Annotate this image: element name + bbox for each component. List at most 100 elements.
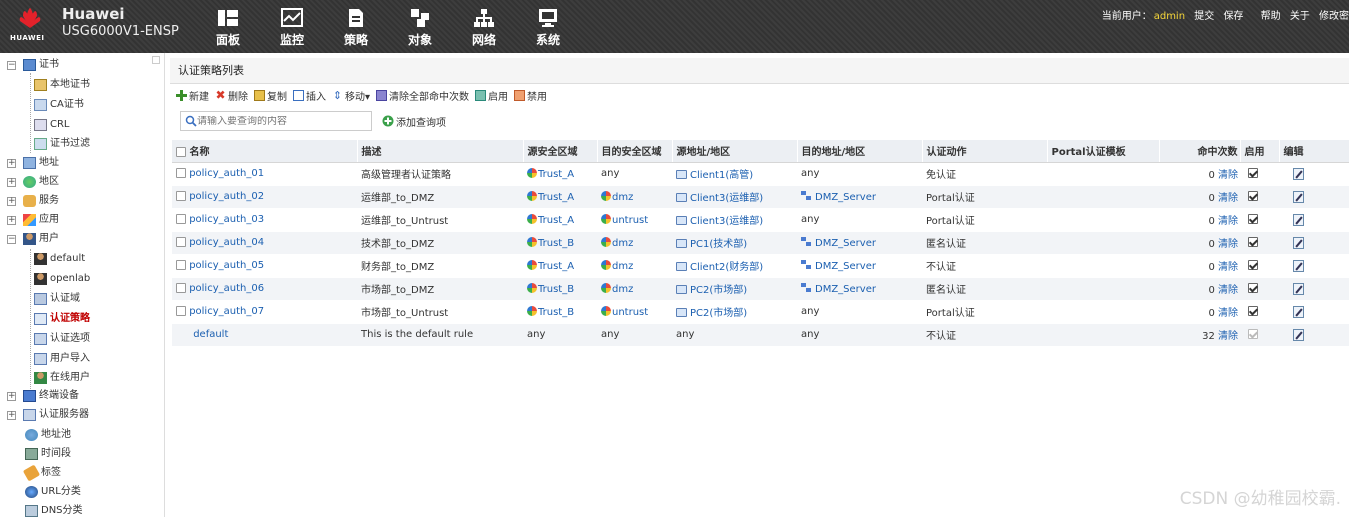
enable-button[interactable]: 启用 [475, 88, 508, 103]
sidebar-item-terminal-device[interactable]: + 终端设备 [7, 387, 79, 405]
zone-link[interactable]: untrust [612, 215, 648, 226]
enabled-checkbox[interactable] [1248, 260, 1258, 270]
nav-policy[interactable]: 策略 [324, 8, 388, 48]
address-link[interactable]: Client1(高管) [690, 170, 753, 181]
edit-icon[interactable] [1293, 305, 1304, 318]
sidebar-item-local-cert[interactable]: 本地证书 [34, 76, 90, 94]
zone-link[interactable]: dmz [612, 192, 633, 203]
address-link[interactable]: DMZ_Server [815, 261, 876, 272]
sidebar-item-default[interactable]: default [34, 250, 85, 268]
table-row[interactable]: default This is the default rule any any any… [172, 323, 1349, 347]
enabled-checkbox[interactable] [1248, 168, 1258, 178]
table-row[interactable]: policy_auth_03 运维部_to_Untrust Trust_A untru… [172, 208, 1349, 232]
edit-icon[interactable] [1293, 190, 1304, 203]
address-link[interactable]: DMZ_Server [815, 238, 876, 249]
sidebar-item-region[interactable]: + 地区 [7, 173, 59, 191]
table-row[interactable]: policy_auth_06 市场部_to_DMZ Trust_B dmz PC2(市场… [172, 277, 1349, 301]
policy-name-link[interactable]: policy_auth_02 [189, 191, 264, 202]
policy-name-link[interactable]: policy_auth_04 [189, 237, 264, 248]
nav-object[interactable]: 对象 [388, 8, 452, 48]
zone-link[interactable]: dmz [612, 284, 633, 295]
sidebar-item-cert-filter[interactable]: 证书过滤 [34, 135, 90, 153]
clear-hits-link[interactable]: 清除 [1218, 285, 1238, 296]
column-auth-action[interactable]: 认证动作 [922, 140, 1048, 163]
policy-name-link[interactable]: default [193, 329, 228, 340]
address-link[interactable]: PC2(市场部) [690, 285, 747, 296]
address-link[interactable]: PC1(技术部) [690, 239, 747, 250]
enabled-checkbox[interactable] [1248, 237, 1258, 247]
current-user[interactable]: admin [1154, 11, 1185, 22]
sidebar-item-certificate[interactable]: − 证书 [7, 56, 59, 74]
change-password-link[interactable]: 修改密 [1319, 11, 1349, 22]
zone-link[interactable]: Trust_A [538, 215, 574, 226]
zone-link[interactable]: Trust_A [538, 261, 574, 272]
table-row[interactable]: policy_auth_04 技术部_to_DMZ Trust_B dmz PC1(技术… [172, 231, 1349, 255]
sidebar-item-tag[interactable]: 标签 [22, 464, 61, 482]
clear-hits-link[interactable]: 清除 [1218, 239, 1238, 250]
add-condition-button[interactable]: 添加查询项 [382, 114, 446, 129]
sidebar-item-online-users[interactable]: 在线用户 [34, 369, 90, 387]
table-row[interactable]: policy_auth_05 财务部_to_DMZ Trust_A dmz Client… [172, 254, 1349, 278]
sidebar-item-auth-domain[interactable]: 认证域 [34, 290, 80, 308]
nav-dashboard[interactable]: 面板 [196, 8, 260, 48]
enabled-checkbox[interactable] [1248, 214, 1258, 224]
expand-toggle[interactable]: + [7, 196, 16, 206]
nav-network[interactable]: 网络 [452, 8, 516, 48]
nav-system[interactable]: 系统 [516, 8, 580, 48]
table-row[interactable]: policy_auth_07 市场部_to_Untrust Trust_B untru… [172, 300, 1349, 324]
address-link[interactable]: Client3(运维部) [690, 216, 763, 227]
expand-toggle[interactable]: + [7, 177, 16, 187]
edit-icon[interactable] [1293, 167, 1304, 180]
table-row[interactable]: policy_auth_02 运维部_to_DMZ Trust_A dmz Client… [172, 185, 1349, 209]
zone-link[interactable]: untrust [612, 307, 648, 318]
disable-button[interactable]: 禁用 [514, 88, 547, 103]
address-link[interactable]: Client3(运维部) [690, 193, 763, 204]
sidebar-item-user-import[interactable]: 用户导入 [34, 350, 90, 368]
edit-icon[interactable] [1293, 259, 1304, 272]
nav-monitor[interactable]: 监控 [260, 8, 324, 48]
row-checkbox[interactable] [176, 260, 186, 270]
clear-hits-link[interactable]: 清除 [1218, 308, 1238, 319]
sidebar-item-openlab[interactable]: openlab [34, 270, 90, 288]
save-link[interactable]: 保存 [1223, 11, 1243, 22]
zone-link[interactable]: dmz [612, 261, 633, 272]
insert-button[interactable]: 插入 [293, 88, 326, 103]
enabled-checkbox[interactable] [1248, 283, 1258, 293]
zone-link[interactable]: Trust_A [538, 192, 574, 203]
column-edit[interactable]: 编辑 [1279, 140, 1349, 163]
column-hits[interactable]: 命中次数 [1159, 140, 1241, 163]
expand-toggle[interactable]: + [7, 158, 16, 168]
sidebar-item-ca-cert[interactable]: CA证书 [34, 96, 84, 114]
address-link[interactable]: DMZ_Server [815, 284, 876, 295]
policy-name-link[interactable]: policy_auth_07 [189, 306, 264, 317]
policy-name-link[interactable]: policy_auth_01 [189, 168, 264, 179]
column-name[interactable]: 名称 [172, 140, 358, 163]
expand-toggle[interactable]: + [7, 215, 16, 225]
sidebar-item-dns-category[interactable]: DNS分类 [25, 502, 83, 517]
enabled-checkbox[interactable] [1248, 191, 1258, 201]
edit-icon[interactable] [1293, 213, 1304, 226]
collapse-handle[interactable] [152, 56, 160, 64]
sidebar-item-application[interactable]: + 应用 [7, 211, 59, 229]
address-link[interactable]: Client2(财务部) [690, 262, 763, 273]
column-portal-template[interactable]: Portal认证模板 [1047, 140, 1160, 163]
expand-toggle[interactable]: + [7, 391, 16, 401]
sidebar-item-address-pool[interactable]: 地址池 [25, 426, 71, 444]
submit-link[interactable]: 提交 [1194, 11, 1214, 22]
zone-link[interactable]: Trust_A [538, 169, 574, 180]
sidebar-item-service[interactable]: + 服务 [7, 192, 59, 210]
sidebar-item-user[interactable]: − 用户 [7, 230, 59, 248]
sidebar-item-url-category[interactable]: URL分类 [25, 483, 81, 501]
sidebar-item-auth-options[interactable]: 认证选项 [34, 330, 90, 348]
row-checkbox[interactable] [176, 237, 186, 247]
sidebar-item-time-range[interactable]: 时间段 [25, 445, 71, 463]
zone-link[interactable]: Trust_B [538, 307, 574, 318]
sidebar-item-auth-policy[interactable]: 认证策略 [34, 310, 90, 328]
policy-name-link[interactable]: policy_auth_05 [189, 260, 264, 271]
edit-icon[interactable] [1293, 236, 1304, 249]
sidebar-item-auth-server[interactable]: + 认证服务器 [7, 406, 89, 424]
new-button[interactable]: 新建 [176, 88, 209, 103]
collapse-toggle[interactable]: − [7, 234, 16, 244]
enabled-checkbox[interactable] [1248, 306, 1258, 316]
expand-toggle[interactable]: + [7, 410, 16, 420]
